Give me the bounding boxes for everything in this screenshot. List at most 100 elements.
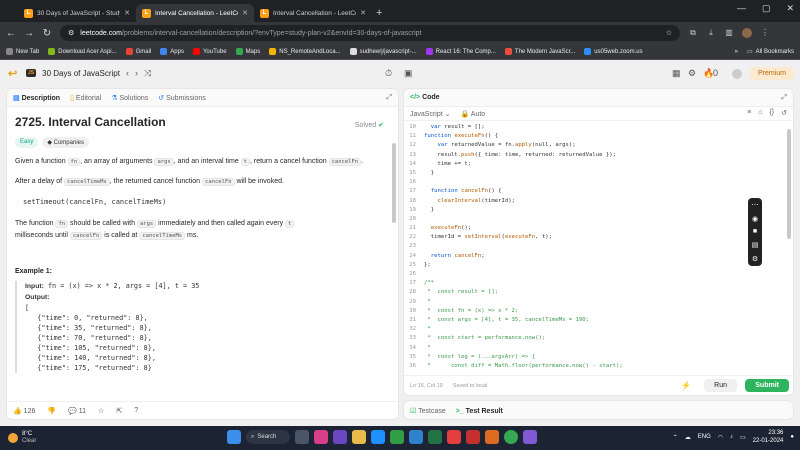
window-capture-icon[interactable]: ▤ (752, 241, 759, 249)
maximize-icon[interactable]: ▢ (762, 3, 771, 14)
next-problem-icon[interactable]: › (135, 68, 138, 78)
bookmark-item[interactable]: YouTube (192, 48, 227, 55)
note-icon[interactable]: ▣ (404, 68, 413, 79)
format-icon[interactable]: ≡ (747, 109, 751, 117)
problem-title[interactable]: 2725. Interval Cancellation (15, 115, 390, 129)
bookmark-item[interactable]: React 16: The Comp... (425, 48, 496, 55)
browser-tab[interactable]: L 30 Days of JavaScript - Study P ✕ (18, 4, 136, 22)
like-button[interactable]: 👍 126 (13, 407, 35, 415)
settings-gear-icon[interactable]: ⚙ (752, 255, 758, 263)
leetcode-logo[interactable]: ↩ (8, 67, 20, 80)
edge-icon[interactable] (371, 430, 385, 444)
code-editor[interactable]: 10 var result = []; 11 function executeFn(… (404, 121, 793, 375)
bookmark-item[interactable]: us05web.zoom.us (584, 48, 643, 55)
close-tab-icon[interactable]: ✕ (360, 9, 366, 17)
app-icon-2[interactable] (333, 430, 347, 444)
minimize-icon[interactable]: — (737, 3, 746, 14)
app-icon-8[interactable] (523, 430, 537, 444)
file-explorer-icon[interactable] (352, 430, 366, 444)
settings-icon[interactable]: ⚙ (688, 68, 696, 79)
tab-testcase[interactable]: ☑ Testcase (410, 407, 446, 415)
tray-chevron-icon[interactable]: ⌃ (673, 434, 678, 441)
bookmark-icon[interactable]: ⌂ (758, 109, 762, 117)
notification-icon[interactable]: ● (790, 434, 794, 440)
maximize-panel-icon[interactable]: ⤢ (386, 94, 392, 102)
clock[interactable]: 23:36 22-01-2024 (753, 429, 784, 445)
bookmark-item[interactable]: Apps (160, 48, 184, 55)
forward-icon[interactable]: → (24, 28, 34, 39)
cloud-icon[interactable]: ☁ (685, 434, 691, 441)
tab-submissions[interactable]: ↺ Submissions (158, 94, 206, 102)
close-window-icon[interactable]: ✕ (786, 3, 794, 14)
bookmark-item[interactable]: New Tab (6, 48, 39, 55)
dislike-icon[interactable]: 👎 (47, 407, 56, 415)
menu-icon[interactable]: ⋮ (760, 28, 770, 38)
layout-icon[interactable]: ▦ (672, 68, 681, 79)
bookmark-item[interactable]: The Modern JavaScr... (504, 48, 575, 55)
share-icon[interactable]: ⇱ (116, 407, 122, 415)
tab-code[interactable]: </> Code (410, 94, 440, 101)
premium-button[interactable]: Premium (749, 67, 794, 80)
close-tab-icon[interactable]: ✕ (242, 9, 248, 17)
app-icon-1[interactable] (314, 430, 328, 444)
camera-icon[interactable]: ◉ (752, 215, 758, 223)
url-bar[interactable]: ⚙ leetcode.com/problems/interval-cancell… (60, 25, 680, 41)
submit-button[interactable]: Submit (745, 379, 789, 392)
browser-tab[interactable]: L Interval Cancellation - LeetCod ✕ (254, 4, 372, 22)
braces-icon[interactable]: {} (769, 109, 774, 117)
more-bookmarks-icon[interactable]: » (735, 49, 738, 55)
user-avatar[interactable] (732, 69, 742, 79)
study-plan-title[interactable]: 30 Days of JavaScript (42, 69, 120, 78)
start-icon[interactable] (227, 430, 241, 444)
console-icon[interactable]: ⚡ (681, 381, 691, 390)
run-button[interactable]: Run (704, 379, 737, 392)
tab-editorial[interactable]: ▯ Editorial (70, 94, 101, 102)
tab-test-result[interactable]: >_ Test Result (456, 408, 503, 415)
volume-icon[interactable]: ♪ (730, 434, 733, 440)
favorite-star-icon[interactable]: ☆ (98, 407, 104, 415)
video-icon[interactable]: ■ (753, 228, 757, 235)
auto-mode[interactable]: 🔒 Auto (461, 110, 486, 118)
comments-button[interactable]: 💬 11 (68, 407, 86, 415)
weather-widget[interactable]: 8°C Clear (0, 431, 200, 445)
prev-problem-icon[interactable]: ‹ (126, 68, 129, 78)
bookmark-item[interactable]: Download Acer Aspi... (48, 48, 117, 55)
close-tab-icon[interactable]: ✕ (124, 9, 130, 17)
battery-icon[interactable]: ▭ (740, 434, 746, 441)
app-icon-7[interactable] (485, 430, 499, 444)
new-tab-button[interactable]: + (376, 4, 382, 22)
wifi-icon[interactable]: ◠ (718, 434, 723, 441)
browser-tab[interactable]: L Interval Cancellation - LeetCod ✕ (136, 4, 254, 22)
excel-icon[interactable] (428, 430, 442, 444)
profile-avatar[interactable] (742, 28, 752, 38)
shuffle-icon[interactable]: ⤨ (144, 68, 151, 79)
help-icon[interactable]: ? (134, 407, 138, 414)
site-info-icon[interactable]: ⚙ (68, 29, 74, 37)
taskbar-search[interactable]: ⌕ Search (246, 430, 290, 444)
app-icon-4[interactable] (409, 430, 423, 444)
extensions-icon[interactable]: ⧉ (688, 28, 698, 38)
editor-scrollbar[interactable] (787, 129, 791, 239)
all-bookmarks-button[interactable]: ▭ All Bookmarks (747, 48, 794, 56)
reload-icon[interactable]: ↻ (42, 28, 52, 39)
chrome-icon[interactable] (504, 430, 518, 444)
tab-solutions[interactable]: ⚗ Solutions (111, 94, 148, 102)
reset-icon[interactable]: ↺ (781, 109, 787, 117)
app-icon-6[interactable] (466, 430, 480, 444)
bookmark-star-icon[interactable]: ☆ (666, 29, 672, 37)
companies-chip[interactable]: ◆ Companies (42, 137, 89, 148)
bookmark-item[interactable]: Gmail (125, 48, 151, 55)
back-icon[interactable]: ← (6, 28, 16, 39)
bookmark-item[interactable]: NS_RemoteAndLoca... (269, 48, 341, 55)
download-icon[interactable]: ⤓ (706, 28, 716, 38)
timer-icon[interactable]: ⏱ (385, 68, 392, 79)
app-icon-5[interactable] (447, 430, 461, 444)
tab-description[interactable]: ▤ Description (13, 94, 60, 102)
lang-indicator[interactable]: ENG (698, 434, 711, 440)
language-select[interactable]: JavaScript ⌄ (410, 110, 451, 118)
description-scrollbar[interactable] (392, 143, 396, 223)
app-icon-3[interactable] (390, 430, 404, 444)
drag-handle-icon[interactable]: ⋯ (752, 201, 759, 209)
bookmark-item[interactable]: sudheerj/javascript-... (349, 48, 417, 55)
bookmark-item[interactable]: Maps (235, 48, 260, 55)
